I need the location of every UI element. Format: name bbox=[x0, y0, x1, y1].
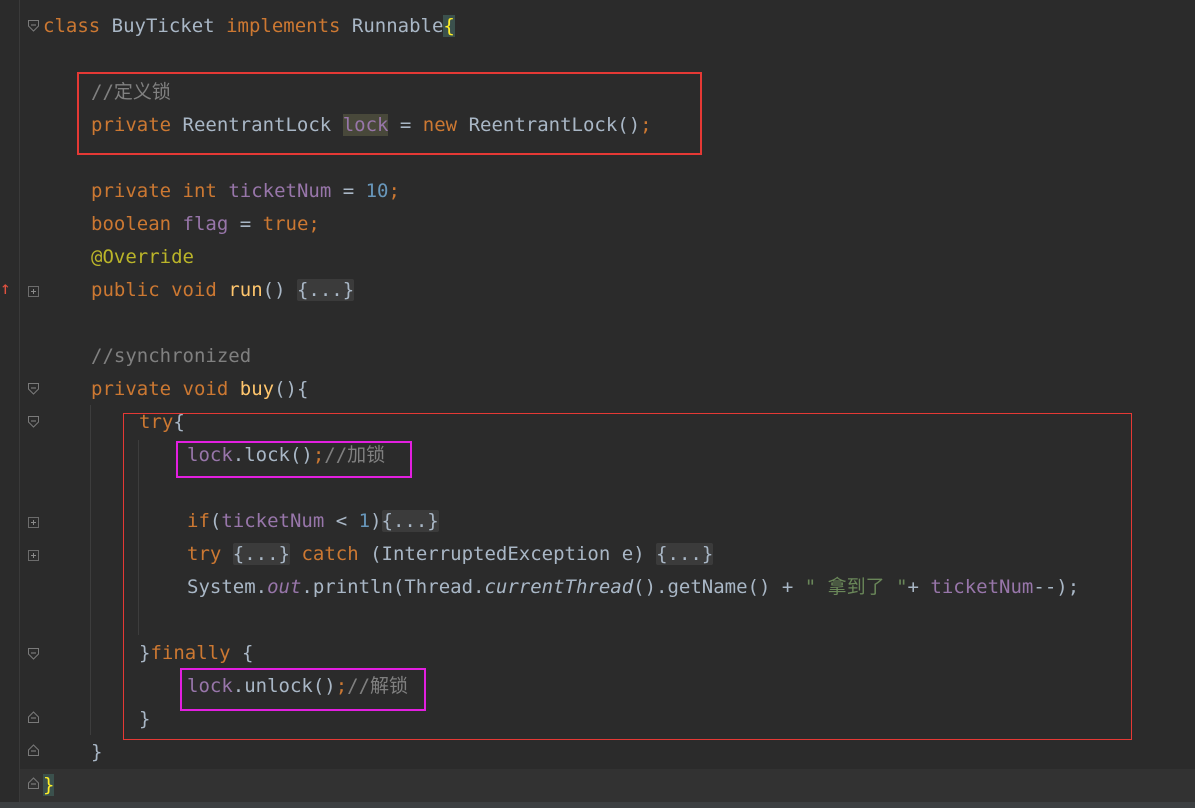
operator: = bbox=[228, 213, 263, 235]
current-line-highlight bbox=[20, 769, 1195, 802]
semicolon: ; bbox=[308, 213, 320, 235]
keyword: implements bbox=[226, 15, 341, 37]
keyword: int bbox=[182, 180, 217, 202]
code-line-close-brace[interactable]: } bbox=[91, 736, 102, 769]
code-line-class-decl[interactable]: class BuyTicket implements Runnable{ bbox=[43, 10, 455, 43]
highlight-box-unlock-call bbox=[180, 668, 426, 711]
semicolon: ; bbox=[388, 180, 400, 202]
code-line-flag-field[interactable]: boolean flag = true; bbox=[91, 208, 320, 241]
parens: () bbox=[262, 279, 297, 301]
keyword: void bbox=[182, 378, 229, 400]
field-name: flag bbox=[182, 213, 229, 235]
matched-brace: } bbox=[43, 774, 55, 796]
class-name: BuyTicket bbox=[111, 15, 215, 37]
code-line-annotation[interactable]: @Override bbox=[91, 241, 194, 274]
interface-name: Runnable bbox=[351, 15, 444, 37]
keyword: private bbox=[91, 180, 172, 202]
method-name: buy bbox=[239, 378, 275, 400]
parens-brace: (){ bbox=[274, 378, 309, 400]
matched-brace: { bbox=[443, 15, 455, 37]
fold-collapse-icon[interactable] bbox=[28, 648, 39, 660]
code-line-run-method[interactable]: public void run() {...} bbox=[91, 274, 355, 307]
code-line-comment[interactable]: //synchronized bbox=[91, 340, 251, 373]
fold-expand-icon[interactable] bbox=[28, 286, 39, 297]
comment: //synchronized bbox=[91, 345, 252, 367]
code-line-buy-method[interactable]: private void buy(){ bbox=[91, 373, 308, 406]
override-gutter-icon[interactable]: ↑ bbox=[0, 279, 11, 299]
fold-end-icon[interactable] bbox=[28, 744, 39, 756]
keyword: public bbox=[91, 279, 160, 301]
fold-end-icon[interactable] bbox=[28, 777, 39, 789]
keyword: private bbox=[91, 378, 172, 400]
editor-bottom-strip bbox=[0, 802, 1195, 808]
code-line-ticketnum-field[interactable]: private int ticketNum = 10; bbox=[91, 175, 400, 208]
folded-region[interactable]: {...} bbox=[296, 279, 355, 301]
operator: = bbox=[331, 180, 366, 202]
code-line-close-class[interactable]: } bbox=[43, 769, 55, 802]
field-name: ticketNum bbox=[228, 180, 332, 202]
keyword: class bbox=[43, 15, 101, 37]
keyword: boolean bbox=[91, 213, 172, 235]
fold-expand-icon[interactable] bbox=[28, 517, 39, 528]
fold-collapse-icon[interactable] bbox=[28, 383, 39, 395]
annotation: @Override bbox=[91, 246, 194, 268]
number-literal: 10 bbox=[365, 180, 389, 202]
highlight-box-lock-call bbox=[176, 441, 412, 478]
fold-collapse-icon[interactable] bbox=[28, 416, 39, 428]
keyword: void bbox=[171, 279, 217, 301]
brace: } bbox=[91, 741, 103, 763]
indent-guide bbox=[90, 405, 91, 735]
gutter-divider bbox=[19, 0, 20, 808]
highlight-box-lock-declaration bbox=[77, 72, 702, 155]
boolean-literal: true bbox=[262, 213, 309, 235]
fold-collapse-icon[interactable] bbox=[28, 20, 39, 32]
fold-expand-icon[interactable] bbox=[28, 550, 39, 561]
method-name: run bbox=[228, 279, 263, 301]
fold-end-icon[interactable] bbox=[28, 711, 39, 723]
